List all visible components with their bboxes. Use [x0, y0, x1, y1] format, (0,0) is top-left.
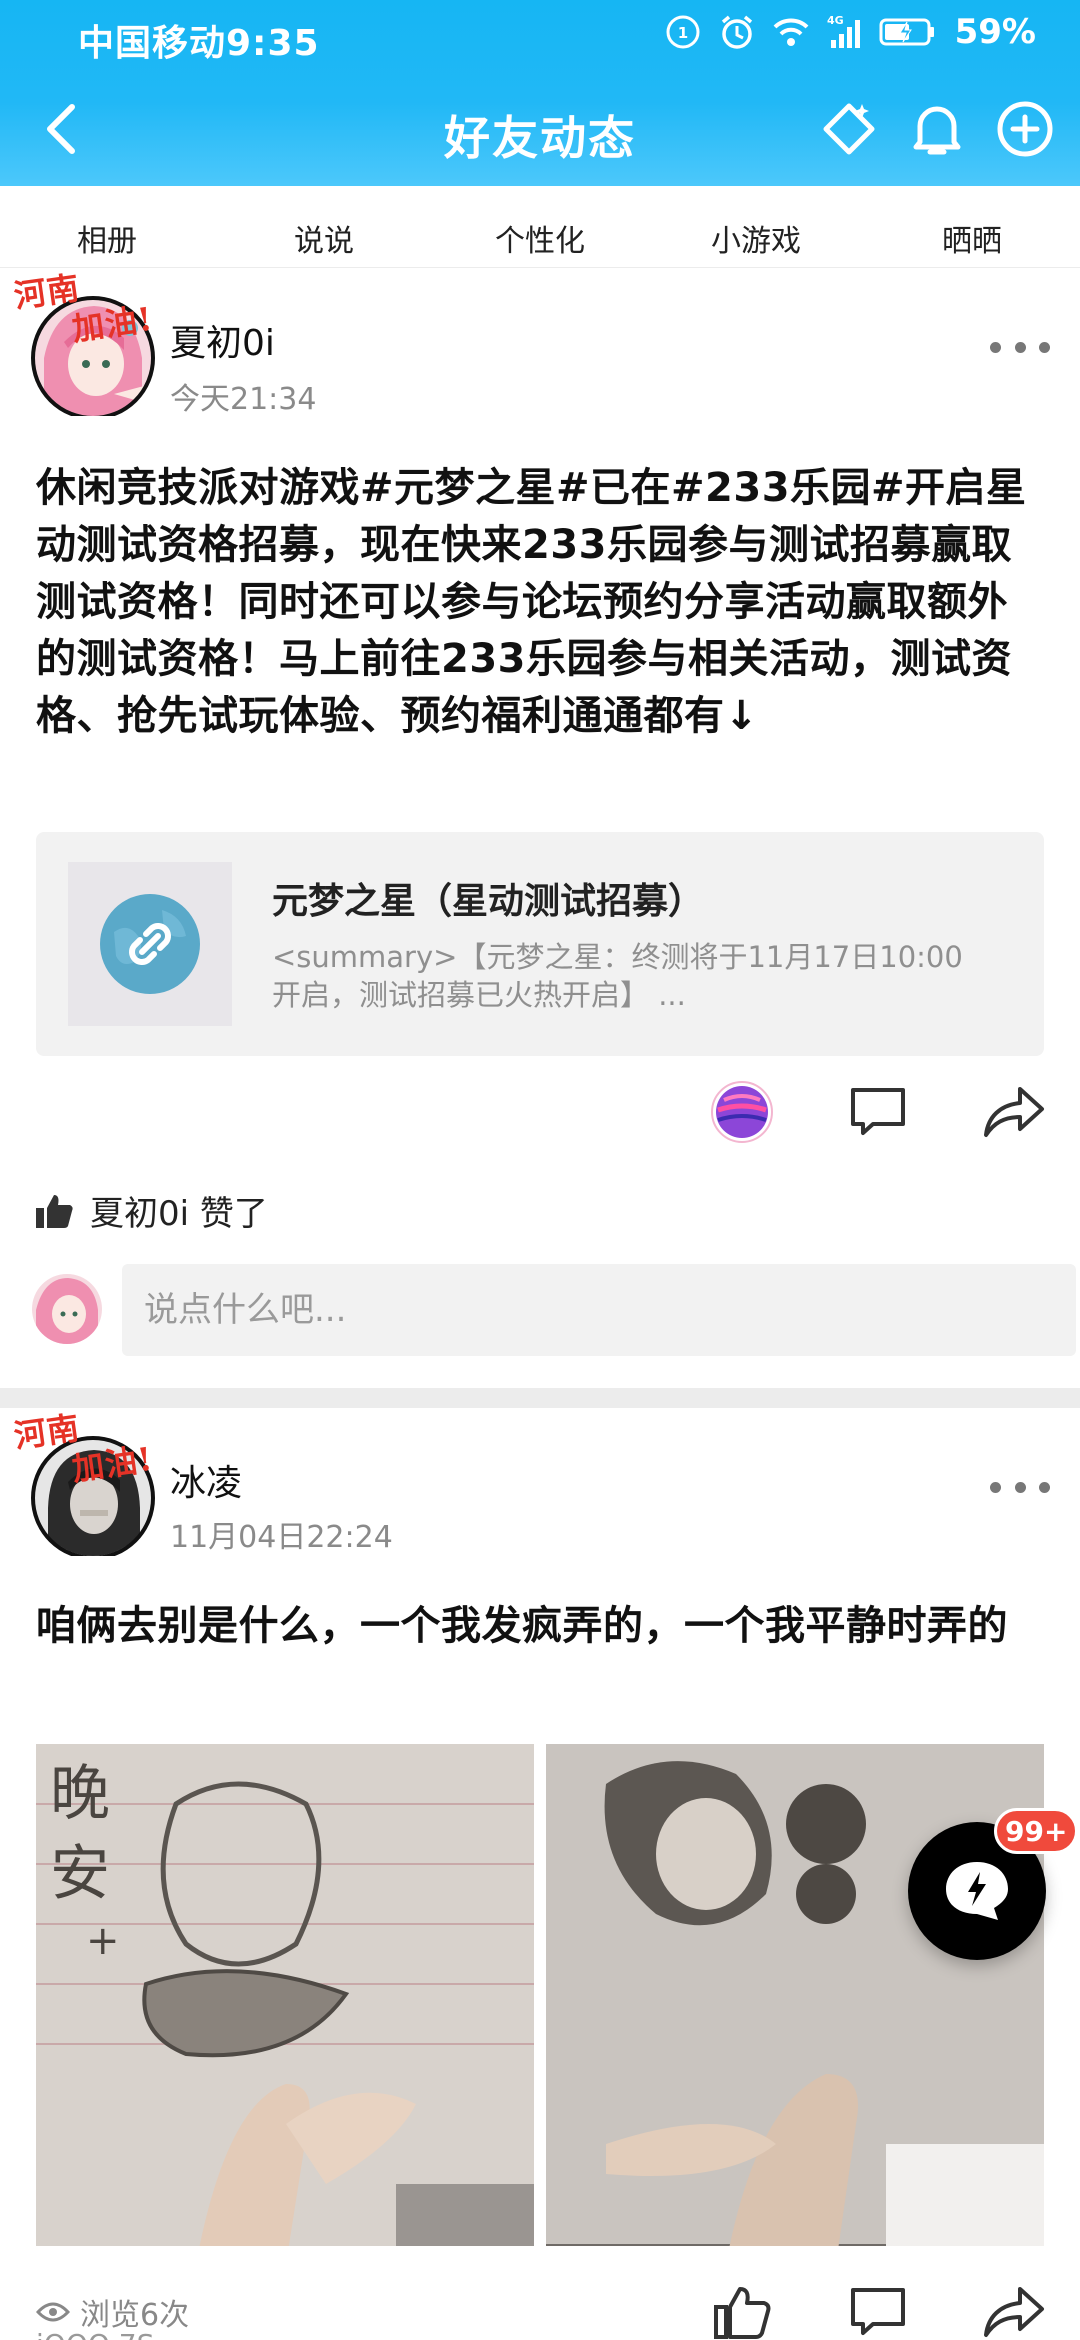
- feed-post: 河南 加油! 夏初0i 今天21:34 休闲竞技派对游戏#元梦之星#已在#233…: [0, 268, 1080, 1388]
- shortcut-shuoshuo[interactable]: 说说: [249, 216, 399, 260]
- more-button[interactable]: [990, 1472, 1050, 1502]
- my-avatar: [32, 1274, 102, 1344]
- hd-call-icon: 1: [666, 15, 700, 49]
- user-name[interactable]: 冰凌: [170, 1454, 242, 1506]
- more-dot-icon: [1039, 341, 1050, 353]
- signal-icon: 4G: [827, 14, 860, 48]
- thumbs-up-icon: [714, 2287, 771, 2339]
- device-text: iQOO 7S: [36, 2328, 154, 2340]
- shortcut-bar: 相册 说说 个性化 小游戏 晒晒: [0, 186, 1080, 268]
- link-summary: <summary>【元梦之星：终测将于11月17日10:00开启，测试招募已火热…: [272, 940, 963, 1012]
- post-text: 咱俩去别是什么，一个我发疯弄的，一个我平静时弄的: [36, 1603, 1008, 1649]
- share-button[interactable]: [978, 1076, 1050, 1148]
- svg-text:+: +: [86, 1918, 120, 1964]
- post-time: 今天21:34: [170, 382, 317, 417]
- add-post-button[interactable]: [992, 96, 1058, 162]
- comment-row: [32, 1264, 1076, 1360]
- post-text: 休闲竞技派对游戏#元梦之星#已在#233乐园#开启星动测试资格招募，现在快来23…: [36, 465, 1027, 739]
- more-button[interactable]: [990, 332, 1050, 362]
- share-button[interactable]: [978, 2276, 1050, 2340]
- comment-button[interactable]: [842, 2276, 914, 2340]
- comment-button[interactable]: [842, 1076, 914, 1148]
- shortcut-album[interactable]: 相册: [32, 216, 182, 260]
- share-arrow-icon: [984, 2287, 1044, 2337]
- link-title: 元梦之星（星动测试招募）: [272, 881, 705, 922]
- comment-icon: [851, 1088, 905, 1135]
- nav-actions: [816, 96, 1058, 162]
- like-summary: 夏初0i 赞了: [34, 1186, 268, 1235]
- nav-bar: 好友动态: [0, 86, 1080, 176]
- photo-1[interactable]: 晚 安 +: [36, 1744, 534, 2246]
- like-button[interactable]: [706, 2276, 778, 2340]
- more-dot-icon: [990, 1481, 1001, 1493]
- svg-text:1: 1: [677, 24, 687, 42]
- link-card[interactable]: 元梦之星（星动测试招募） <summary>【元梦之星：终测将于11月17日10…: [36, 832, 1044, 1056]
- share-arrow-icon: [984, 1087, 1044, 1137]
- link-globe-icon: [100, 894, 200, 994]
- liked-by-text: 夏初0i 赞了: [90, 1194, 268, 1234]
- reaction-button[interactable]: [706, 1076, 778, 1148]
- notifications-button[interactable]: [904, 96, 970, 162]
- comment-input[interactable]: [122, 1264, 1076, 1356]
- top-header: 中国移动9:35 1 4G 59% 好友动态: [0, 0, 1080, 186]
- post-time: 11月04日22:24: [170, 1520, 393, 1555]
- avatar[interactable]: 河南 加油!: [12, 269, 164, 416]
- svg-text:晚: 晚: [50, 1759, 110, 1829]
- link-thumbnail: [68, 862, 232, 1026]
- shortcut-minigames[interactable]: 小游戏: [681, 216, 831, 260]
- decorate-button[interactable]: [816, 96, 882, 162]
- user-name[interactable]: 夏初0i: [170, 314, 275, 366]
- svg-text:4G: 4G: [827, 14, 844, 27]
- battery-icon: [879, 18, 934, 46]
- planet-emoji-icon: [711, 1081, 773, 1143]
- photo-grid: 晚 安 +: [36, 1744, 1044, 2246]
- badge-line-1: 河南: [11, 268, 83, 316]
- wifi-icon: [773, 18, 808, 46]
- diamond-sparkle-icon: [823, 103, 875, 155]
- plus-circle-icon: [997, 101, 1053, 157]
- carrier-time: 中国移动9:35: [78, 23, 320, 64]
- more-dot-icon: [990, 341, 1001, 353]
- svg-text:安: 安: [50, 1839, 110, 1909]
- shortcut-share[interactable]: 晒晒: [897, 216, 1047, 260]
- post-divider: [0, 1388, 1080, 1408]
- alarm-icon: [721, 15, 752, 49]
- avatar[interactable]: 河南 加油!: [12, 1409, 164, 1556]
- status-icons: 1 4G 59%: [663, 12, 1036, 52]
- status-bar: 中国移动9:35 1 4G 59%: [0, 0, 1080, 72]
- bell-icon: [913, 106, 961, 155]
- shortcut-personalize[interactable]: 个性化: [465, 216, 615, 260]
- photo-2[interactable]: [546, 1744, 1044, 2246]
- thumbs-up-icon: [36, 1194, 73, 1228]
- notification-count-badge: 99+: [994, 1808, 1079, 1854]
- comment-icon: [851, 2288, 905, 2335]
- battery-percent: 59%: [954, 12, 1036, 52]
- post-actions: [0, 2276, 1080, 2340]
- lightning-chat-icon: [946, 1862, 1008, 1920]
- more-dot-icon: [1014, 1481, 1026, 1493]
- more-dot-icon: [1039, 1481, 1050, 1493]
- post-actions: [0, 1076, 1080, 1156]
- badge-line-1: 河南: [11, 1408, 83, 1456]
- more-dot-icon: [1014, 341, 1026, 353]
